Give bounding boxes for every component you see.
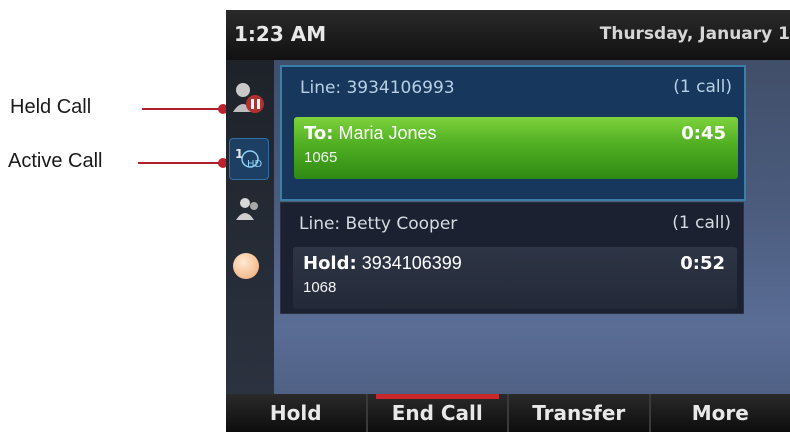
call-timer: 0:45 — [681, 123, 726, 144]
held-call-pointer-line — [142, 108, 222, 110]
status-date: Thursday, January 1 — [599, 24, 790, 44]
active-call-panel[interactable]: Line: 3934106993 (1 call) To: Maria Jone… — [280, 65, 746, 201]
svg-text:HD: HD — [247, 159, 263, 170]
line-header: Line: 3934106993 (1 call) — [300, 77, 732, 103]
party-extension: 1068 — [303, 279, 337, 296]
call-state-label: To: — [304, 123, 334, 144]
call-party: To: Maria Jones — [304, 123, 437, 144]
presence-dot-icon[interactable] — [229, 246, 269, 286]
phone-screen: 1:23 AM Thursday, January 1 1 HD Line: 3… — [226, 10, 790, 432]
end-call-softkey[interactable]: End Call — [368, 394, 509, 432]
call-timer: 0:52 — [680, 253, 725, 274]
line-key-column: 1 HD — [226, 60, 274, 400]
line-label: Line: — [300, 78, 342, 98]
call-count: (1 call) — [672, 213, 731, 233]
active-call-annotation: Active Call — [8, 150, 103, 172]
party-name: Maria Jones — [338, 123, 437, 143]
more-softkey[interactable]: More — [651, 394, 790, 432]
transfer-softkey[interactable]: Transfer — [509, 394, 651, 432]
softkey-bar: Hold End Call Transfer More — [226, 394, 790, 432]
held-call-annotation: Held Call — [10, 96, 92, 118]
line-label: Line: — [299, 214, 341, 234]
held-call-panel[interactable]: Line: Betty Cooper (1 call) Hold: 393410… — [280, 202, 744, 314]
held-call-icon[interactable] — [229, 78, 269, 118]
held-call-bar[interactable]: Hold: 3934106399 1068 0:52 — [293, 247, 737, 309]
line-name: Betty Cooper — [345, 214, 458, 234]
party-extension: 1065 — [304, 149, 338, 166]
call-count: (1 call) — [673, 77, 732, 97]
contact-icon[interactable] — [229, 190, 269, 230]
line-header: Line: Betty Cooper (1 call) — [299, 213, 731, 239]
line-number: 3934106993 — [346, 78, 455, 98]
active-call-icon[interactable]: 1 HD — [229, 138, 269, 180]
status-bar: 1:23 AM Thursday, January 1 — [226, 10, 790, 60]
hold-softkey[interactable]: Hold — [226, 394, 368, 432]
party-number: 3934106399 — [361, 253, 462, 273]
call-state-label: Hold: — [303, 253, 357, 274]
active-call-bar[interactable]: To: Maria Jones 1065 0:45 — [294, 117, 738, 179]
active-call-pointer-line — [138, 162, 222, 164]
clock-time: 1:23 AM — [234, 22, 327, 46]
call-party: Hold: 3934106399 — [303, 253, 462, 274]
